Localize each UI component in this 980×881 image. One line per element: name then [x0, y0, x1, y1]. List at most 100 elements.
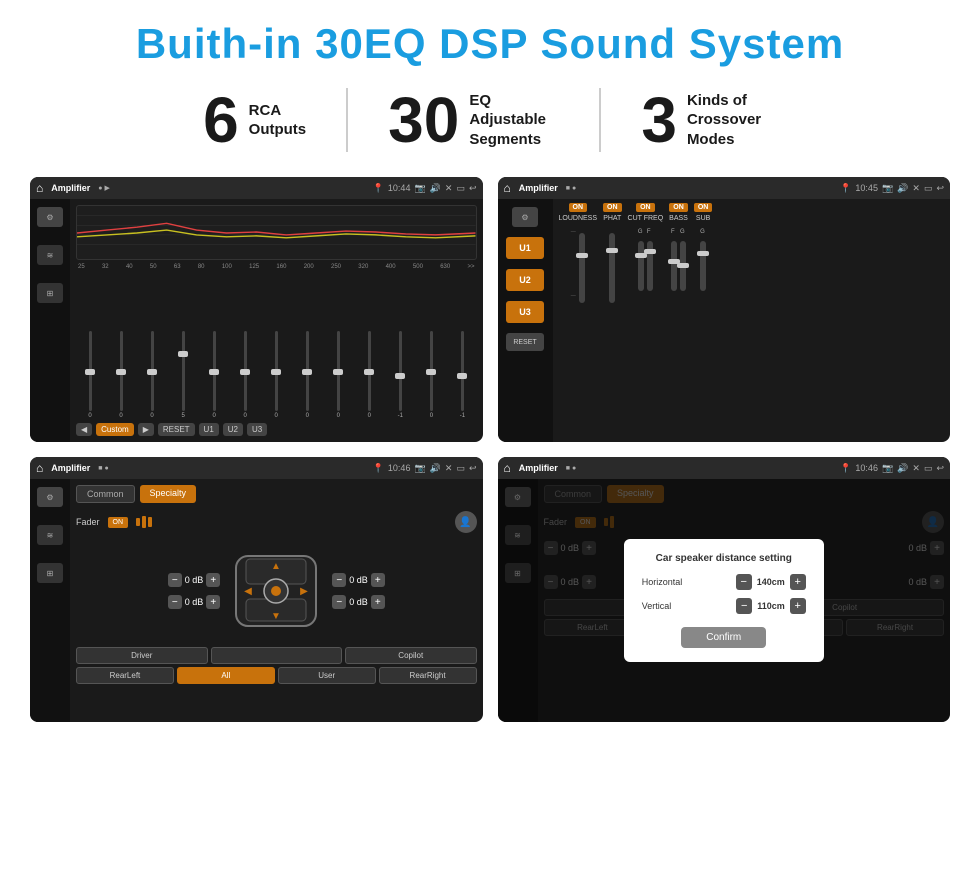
dialog-vertical-plus[interactable]: +	[790, 598, 806, 614]
dialog-horizontal-minus[interactable]: −	[736, 574, 752, 590]
eq-slider-7[interactable]: 0	[262, 331, 290, 419]
dialog-vertical-minus[interactable]: −	[736, 598, 752, 614]
dlg-home-icon[interactable]: ⌂	[504, 461, 511, 475]
bot-left-plus[interactable]: +	[206, 595, 220, 609]
top-right-db: 0 dB	[349, 575, 368, 585]
amp-u2-btn[interactable]: U2	[506, 269, 544, 291]
page-title: Buith-in 30EQ DSP Sound System	[30, 20, 950, 68]
spk-sidebar-icon3[interactable]: ⊞	[37, 563, 63, 583]
eq-slider-11[interactable]: -1	[386, 331, 414, 419]
eq-sidebar-icon1[interactable]: ⚙	[37, 207, 63, 227]
eq-graph	[76, 205, 477, 260]
amp-sidebar-icon1[interactable]: ⚙	[512, 207, 538, 227]
eq-slider-4[interactable]: 5	[169, 331, 197, 419]
home-icon[interactable]: ⌂	[36, 181, 43, 195]
user-btn[interactable]: User	[278, 667, 376, 684]
eq-slider-3[interactable]: 0	[138, 331, 166, 419]
spk-vol-icon: 🔊	[430, 463, 441, 474]
eq-u2-btn[interactable]: U2	[223, 423, 243, 436]
stat-rca-number: 6	[203, 88, 239, 152]
spk-x-icon: ✕	[445, 463, 453, 474]
screen4-content: ⚙ ≋ ⊞ Common Specialty Fader ON	[498, 479, 951, 722]
eq-slider-2[interactable]: 0	[107, 331, 135, 419]
amp-phat-on[interactable]: ON	[603, 203, 622, 212]
top-left-plus[interactable]: +	[206, 573, 220, 587]
spk-main: Common Specialty Fader ON 👤	[70, 479, 483, 722]
driver-btn[interactable]: Driver	[76, 647, 208, 664]
spk-bottom-btns: Driver Copilot	[76, 647, 477, 664]
eq-slider-13[interactable]: -1	[448, 331, 476, 419]
cam-icon: 📷	[414, 183, 425, 194]
all-btn[interactable]: All	[177, 667, 275, 684]
eq-slider-10[interactable]: 0	[355, 331, 383, 419]
amp-loudness-slider[interactable]	[579, 233, 585, 303]
bot-left-ctrl: − 0 dB +	[168, 595, 221, 609]
eq-u3-btn[interactable]: U3	[247, 423, 267, 436]
amp-cutfreq-f-slider[interactable]	[647, 241, 653, 291]
confirm-button[interactable]: Confirm	[681, 627, 766, 648]
fader-bar-2	[142, 516, 146, 528]
amp-cutfreq-g-slider[interactable]	[638, 241, 644, 291]
dialog-box: Car speaker distance setting Horizontal …	[624, 539, 824, 662]
spk-loc-icon: 📍	[373, 463, 384, 474]
amp-cutfreq-on[interactable]: ON	[636, 203, 655, 212]
eq-bottom-bar: ◀ Custom ▶ RESET U1 U2 U3	[76, 423, 477, 436]
amp-u3-btn[interactable]: U3	[506, 301, 544, 323]
amp-sub-on[interactable]: ON	[694, 203, 713, 212]
screen1-content: ⚙ ≋ ⊞	[30, 199, 483, 442]
dlg-dot-icon: ■ ●	[566, 465, 576, 472]
fader-on-badge[interactable]: ON	[108, 517, 129, 528]
eq-play-btn[interactable]: ▶	[138, 423, 154, 436]
spk-home-icon[interactable]: ⌂	[36, 461, 43, 475]
spk-sidebar-icon1[interactable]: ⚙	[37, 487, 63, 507]
amp-dot-icon: ■ ●	[566, 185, 576, 192]
amp-bass-on[interactable]: ON	[669, 203, 688, 212]
amp-main: ON LOUDNESS ——	[553, 199, 951, 442]
rearright-btn[interactable]: RearRight	[379, 667, 477, 684]
stat-crossover: 3 Kinds of Crossover Modes	[601, 88, 817, 152]
amp-x-icon: ✕	[912, 183, 920, 194]
amp-reset-btn[interactable]: RESET	[506, 333, 544, 351]
screens-grid: ⌂ Amplifier ● ▶ 📍 10:44 📷 🔊 ✕ ▭ ↩ ⚙ ≋ ⊞	[30, 177, 950, 722]
eq-u1-btn[interactable]: U1	[199, 423, 219, 436]
amp-bass-g-slider[interactable]	[680, 241, 686, 291]
eq-sliders: 0 0 0 5 0 0 0 0 0 0 -1 0 -1	[76, 274, 477, 419]
bot-right-db: 0 dB	[349, 597, 368, 607]
eq-sidebar-icon2[interactable]: ≋	[37, 245, 63, 265]
eq-prev-btn[interactable]: ◀	[76, 423, 92, 436]
eq-sidebar-icon3[interactable]: ⊞	[37, 283, 63, 303]
eq-slider-12[interactable]: 0	[417, 331, 445, 419]
top-left-minus[interactable]: −	[168, 573, 182, 587]
copilot-btn[interactable]: Copilot	[345, 647, 477, 664]
eq-slider-5[interactable]: 0	[200, 331, 228, 419]
screen-amp: ⌂ Amplifier ■ ● 📍 10:45 📷 🔊 ✕ ▭ ↩ ⚙ U1 U	[498, 177, 951, 442]
screen-eq: ⌂ Amplifier ● ▶ 📍 10:44 📷 🔊 ✕ ▭ ↩ ⚙ ≋ ⊞	[30, 177, 483, 442]
svg-text:▲: ▲	[271, 561, 281, 572]
eq-slider-9[interactable]: 0	[324, 331, 352, 419]
topbar-spk-icons: 📍 10:46 📷 🔊 ✕ ▭ ↩	[373, 463, 477, 474]
stats-row: 6 RCA Outputs 30 EQ Adjustable Segments …	[30, 88, 950, 152]
top-right-plus[interactable]: +	[371, 573, 385, 587]
eq-slider-6[interactable]: 0	[231, 331, 259, 419]
eq-custom-btn[interactable]: Custom	[96, 423, 134, 436]
spk-tab-specialty[interactable]: Specialty	[140, 485, 197, 503]
amp-loudness-on[interactable]: ON	[569, 203, 588, 212]
amp-sub-g-slider[interactable]	[700, 241, 706, 291]
eq-slider-1[interactable]: 0	[76, 331, 104, 419]
bot-left-minus[interactable]: −	[168, 595, 182, 609]
eq-slider-8[interactable]: 0	[293, 331, 321, 419]
amp-u1-btn[interactable]: U1	[506, 237, 544, 259]
eq-reset-btn[interactable]: RESET	[158, 423, 195, 436]
spk-sidebar-icon2[interactable]: ≋	[37, 525, 63, 545]
spk-tab-common[interactable]: Common	[76, 485, 135, 503]
bot-right-minus[interactable]: −	[332, 595, 346, 609]
rearleft-btn[interactable]: RearLeft	[76, 667, 174, 684]
dialog-horizontal-plus[interactable]: +	[790, 574, 806, 590]
amp-home-icon[interactable]: ⌂	[504, 181, 511, 195]
bot-right-plus[interactable]: +	[371, 595, 385, 609]
dialog-title: Car speaker distance setting	[642, 553, 806, 564]
amp-phat-slider[interactable]	[609, 233, 615, 303]
dialog-vertical-ctrl: − 110cm +	[736, 598, 806, 614]
top-right-minus[interactable]: −	[332, 573, 346, 587]
topbar-amp-title: Amplifier	[519, 183, 558, 193]
